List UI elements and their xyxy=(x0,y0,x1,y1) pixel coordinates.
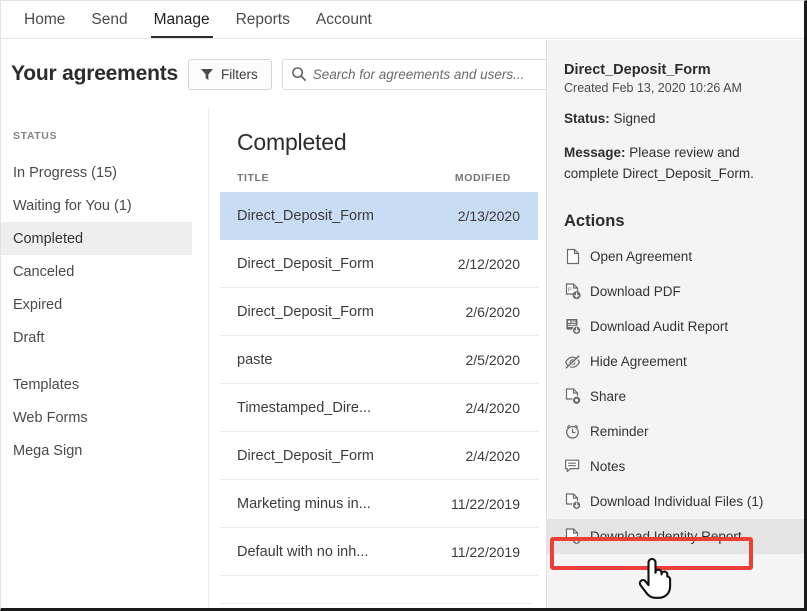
filters-button[interactable]: Filters xyxy=(188,59,272,90)
search-box[interactable] xyxy=(282,59,554,90)
action-label: Download Individual Files (1) xyxy=(590,494,763,509)
row-title: Direct_Deposit_Form xyxy=(237,208,374,224)
column-header-modified: MODIFIED xyxy=(455,172,511,184)
audit-report-download-icon xyxy=(564,318,581,335)
agreements-list-pane: Completed TITLE MODIFIED Direct_Deposit_… xyxy=(210,108,538,609)
action-label: Open Agreement xyxy=(590,249,692,264)
search-input[interactable] xyxy=(313,67,553,82)
row-title: paste xyxy=(237,352,272,368)
row-modified: 2/4/2020 xyxy=(466,448,521,464)
detail-status-field: Status: Signed xyxy=(564,109,789,129)
row-title: Direct_Deposit_Form xyxy=(237,448,374,464)
row-modified: 2/12/2020 xyxy=(458,256,520,272)
status-sidebar: STATUS In Progress (15) Waiting for You … xyxy=(1,108,209,609)
svg-text:P: P xyxy=(568,287,572,293)
sidebar-section-label: STATUS xyxy=(1,130,208,142)
row-modified: 2/13/2020 xyxy=(458,208,520,224)
action-label: Download PDF xyxy=(590,284,681,299)
row-modified: 2/6/2020 xyxy=(466,304,521,320)
share-document-icon xyxy=(564,388,581,405)
sidebar-item-canceled[interactable]: Canceled xyxy=(1,255,192,288)
table-row[interactable]: Timestamped_Dire... 2/4/2020 xyxy=(220,384,538,432)
action-download-identity-report[interactable]: Download Identity Report xyxy=(547,519,805,554)
sidebar-item-mega-sign[interactable]: Mega Sign xyxy=(1,434,192,467)
action-download-pdf[interactable]: P Download PDF xyxy=(547,274,805,309)
list-heading: Completed xyxy=(210,108,538,156)
action-label: Download Audit Report xyxy=(590,319,728,334)
table-row[interactable]: Default with no inh... 11/22/2019 xyxy=(220,528,538,576)
actions-heading: Actions xyxy=(547,184,805,239)
page-title: Your agreements xyxy=(11,62,178,86)
row-title: Direct_Deposit_Form xyxy=(237,304,374,320)
file-download-icon xyxy=(564,528,581,545)
nav-item-list: Home Send Manage Reports Account xyxy=(1,1,805,39)
nav-item-manage[interactable]: Manage xyxy=(141,1,223,39)
agreement-rows: Direct_Deposit_Form 2/13/2020 Direct_Dep… xyxy=(210,192,538,576)
row-modified: 11/22/2019 xyxy=(451,544,520,560)
search-icon xyxy=(291,66,307,83)
top-navigation-bar: Home Send Manage Reports Account xyxy=(1,1,805,39)
nav-item-home[interactable]: Home xyxy=(11,1,78,39)
detail-header: Direct_Deposit_Form Created Feb 13, 2020… xyxy=(547,40,805,184)
sidebar-item-expired[interactable]: Expired xyxy=(1,288,192,321)
file-download-icon xyxy=(564,493,581,510)
table-row[interactable]: Direct_Deposit_Form 2/13/2020 xyxy=(220,192,538,240)
app-window: Home Send Manage Reports Account Your ag… xyxy=(0,0,807,611)
pdf-download-icon: P xyxy=(564,283,581,300)
detail-message-field: Message: Please review and complete Dire… xyxy=(564,143,789,184)
detail-message-label: Message: xyxy=(564,145,626,160)
row-title: Default with no inh... xyxy=(237,544,368,560)
sidebar-divider-gap xyxy=(1,354,208,368)
nav-item-account[interactable]: Account xyxy=(303,1,385,39)
row-modified: 2/5/2020 xyxy=(466,352,521,368)
row-modified: 2/4/2020 xyxy=(466,400,521,416)
row-title: Timestamped_Dire... xyxy=(237,400,371,416)
list-column-headers: TITLE MODIFIED xyxy=(210,156,538,192)
action-label: Download Identity Report xyxy=(590,529,742,544)
row-title: Direct_Deposit_Form xyxy=(237,256,374,272)
sidebar-item-waiting-for-you[interactable]: Waiting for You (1) xyxy=(1,189,192,222)
note-icon xyxy=(564,458,581,475)
action-download-audit-report[interactable]: Download Audit Report xyxy=(547,309,805,344)
page-header: Your agreements Filters xyxy=(1,40,546,108)
table-row[interactable]: Direct_Deposit_Form 2/6/2020 xyxy=(220,288,538,336)
detail-agreement-title: Direct_Deposit_Form xyxy=(564,62,789,78)
alarm-clock-icon xyxy=(564,423,581,440)
action-reminder[interactable]: Reminder xyxy=(547,414,805,449)
action-label: Hide Agreement xyxy=(590,354,687,369)
table-row[interactable]: Direct_Deposit_Form 2/4/2020 xyxy=(220,432,538,480)
detail-status-label: Status: xyxy=(564,111,610,126)
action-hide-agreement[interactable]: Hide Agreement xyxy=(547,344,805,379)
sidebar-item-draft[interactable]: Draft xyxy=(1,321,192,354)
sidebar-item-completed[interactable]: Completed xyxy=(1,222,192,255)
status-badge: Signed xyxy=(614,111,656,126)
action-notes[interactable]: Notes xyxy=(547,449,805,484)
row-title: Marketing minus in... xyxy=(237,496,371,512)
table-row[interactable]: Marketing minus in... 11/22/2019 xyxy=(220,480,538,528)
funnel-icon xyxy=(200,66,214,83)
sidebar-item-in-progress[interactable]: In Progress (15) xyxy=(1,156,192,189)
filters-button-label: Filters xyxy=(221,67,258,82)
table-row[interactable]: paste 2/5/2020 xyxy=(220,336,538,384)
sidebar-item-templates[interactable]: Templates xyxy=(1,368,192,401)
nav-item-send[interactable]: Send xyxy=(78,1,140,39)
detail-created-timestamp: Created Feb 13, 2020 10:26 AM xyxy=(564,81,789,95)
action-download-individual-files[interactable]: Download Individual Files (1) xyxy=(547,484,805,519)
action-label: Share xyxy=(590,389,626,404)
nav-item-reports[interactable]: Reports xyxy=(223,1,303,39)
list-bottom-divider xyxy=(220,603,532,604)
row-modified: 11/22/2019 xyxy=(451,496,520,512)
action-label: Notes xyxy=(590,459,625,474)
sidebar-item-web-forms[interactable]: Web Forms xyxy=(1,401,192,434)
action-share[interactable]: Share xyxy=(547,379,805,414)
action-open-agreement[interactable]: Open Agreement xyxy=(547,239,805,274)
column-header-title: TITLE xyxy=(237,172,269,184)
eye-slash-icon xyxy=(564,353,581,370)
action-label: Reminder xyxy=(590,424,649,439)
table-row[interactable]: Direct_Deposit_Form 2/12/2020 xyxy=(220,240,538,288)
document-icon xyxy=(564,248,581,265)
agreement-detail-panel: Direct_Deposit_Form Created Feb 13, 2020… xyxy=(546,40,805,609)
